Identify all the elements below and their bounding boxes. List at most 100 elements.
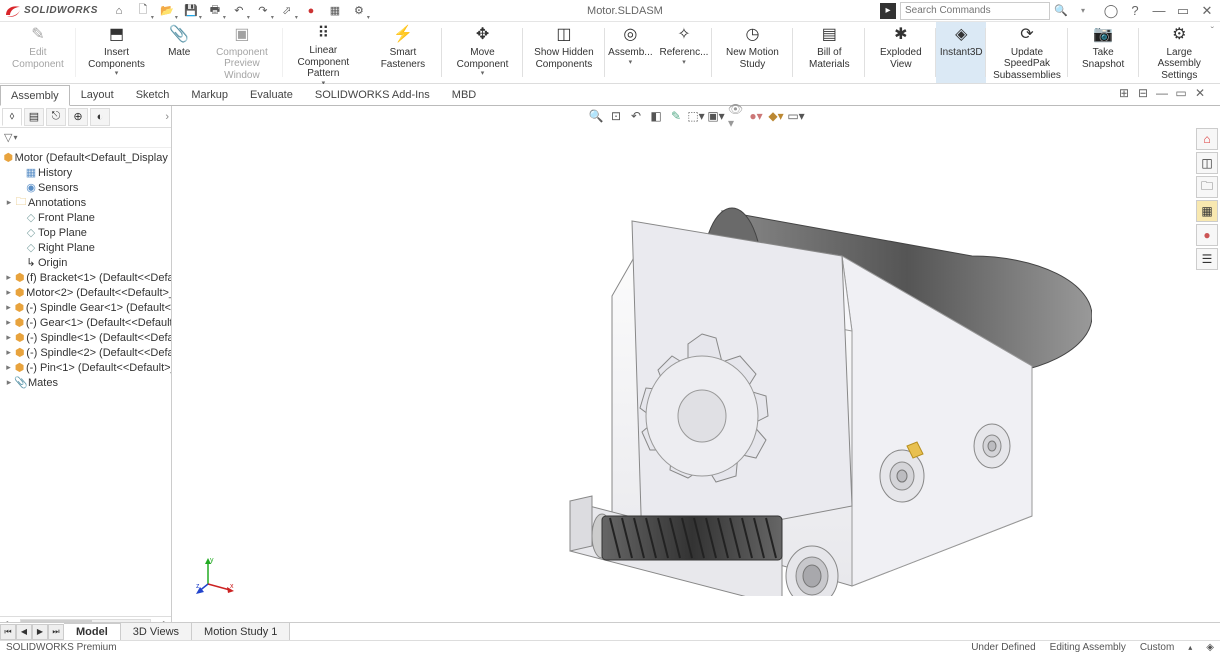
tab-markup[interactable]: Markup	[180, 84, 239, 105]
part-icon: ⬢	[13, 301, 26, 314]
update-speedpak-button[interactable]: ⟳Update SpeedPak Subassemblies	[986, 22, 1067, 83]
print-button[interactable]: 🖶	[204, 1, 226, 21]
feature-tree-tab[interactable]: ⬨	[2, 108, 22, 126]
instant3d-button[interactable]: ◈Instant3D	[936, 22, 986, 83]
edit-component-button[interactable]: ✎Edit Component	[0, 22, 76, 83]
configuration-manager-tab[interactable]: ⎋	[46, 108, 66, 126]
plane-icon: ◇	[24, 226, 38, 239]
home-button[interactable]: ⌂	[108, 1, 130, 21]
bottom-tab-model[interactable]: Model	[64, 623, 121, 640]
help-icon[interactable]: ?	[1126, 2, 1144, 20]
component-preview-window-button[interactable]: ▣Component Preview Window	[201, 22, 282, 83]
status-unit-system[interactable]: Custom	[1140, 642, 1174, 653]
tree-item[interactable]: ◇Top Plane	[0, 225, 171, 240]
close-button[interactable]: ✕	[1198, 2, 1216, 20]
select-button[interactable]: ⬀	[276, 1, 298, 21]
rebuild-button[interactable]: ●	[300, 1, 322, 21]
mate-button[interactable]: 📎Mate	[157, 22, 201, 83]
reference-geometry-button[interactable]: ✧Referenc...▾	[656, 22, 712, 83]
tree-item[interactable]: ▸🗀Annotations	[0, 195, 171, 210]
smart-fasteners-button[interactable]: ⚡Smart Fasteners	[364, 22, 442, 83]
status-unit-dropdown-icon[interactable]: ▴	[1188, 643, 1192, 652]
viewport-link-icon[interactable]: ⊟	[1135, 85, 1151, 101]
search-dropdown-icon[interactable]: ▾	[1072, 1, 1094, 21]
graphics-viewport[interactable]: 🔍 ⊡ ↶ ◧ ✎ ⬚▾ ▣▾ 👁▾ ●▾ ◆▾ ▭▾	[172, 106, 1220, 630]
tab-nav-last[interactable]: ⏭	[48, 624, 64, 640]
take-snapshot-button[interactable]: 📷Take Snapshot	[1068, 22, 1139, 83]
undo-button[interactable]: ↶	[228, 1, 250, 21]
search-submit-icon[interactable]: 🔍	[1050, 1, 1072, 21]
tree-item[interactable]: ▸⬢Motor<2> (Default<<Default>_D	[0, 285, 171, 300]
task-view-palette-button[interactable]: ▦	[1196, 200, 1218, 222]
tree-item[interactable]: ↳Origin	[0, 255, 171, 270]
panel-collapse-icon[interactable]: ›	[165, 111, 169, 123]
large-assembly-settings-button[interactable]: ⚙Large Assembly Settings	[1139, 22, 1220, 83]
open-file-button[interactable]: 📂	[156, 1, 178, 21]
tree-item[interactable]: ▸📎Mates	[0, 375, 171, 390]
tree-item[interactable]: ◇Right Plane	[0, 240, 171, 255]
tree-item[interactable]: ▸⬢(-) Spindle<1> (Default<<Defaul	[0, 330, 171, 345]
ribbon-collapse-icon[interactable]: ˇ	[1211, 26, 1214, 37]
tab-nav-prev[interactable]: ◀	[16, 624, 32, 640]
dimxpert-manager-tab[interactable]: ⊕	[68, 108, 88, 126]
bill-of-materials-button[interactable]: ▤Bill of Materials	[793, 22, 865, 83]
part-icon: ⬢	[13, 361, 26, 374]
restore-button[interactable]: ▭	[1174, 2, 1192, 20]
status-graphics-icon[interactable]: ◈	[1206, 642, 1214, 653]
exploded-view-icon: ✱	[891, 25, 911, 45]
tab-evaluate[interactable]: Evaluate	[239, 84, 304, 105]
tab-nav-first[interactable]: ⏮	[0, 624, 16, 640]
task-appearances-button[interactable]: ●	[1196, 224, 1218, 246]
tree-item[interactable]: ◉Sensors	[0, 180, 171, 195]
viewport-maximize-icon[interactable]: ▭	[1173, 85, 1189, 101]
redo-button[interactable]: ↷	[252, 1, 274, 21]
mates-icon: 📎	[14, 376, 28, 389]
assembly-features-button[interactable]: ◎Assemb...▾	[605, 22, 657, 83]
instant3d-icon: ◈	[951, 25, 971, 45]
task-file-explorer-button[interactable]: 🗀	[1196, 176, 1218, 198]
move-component-button[interactable]: ✥Move Component▾	[442, 22, 523, 83]
tab-mbd[interactable]: MBD	[441, 84, 487, 105]
show-hidden-components-button[interactable]: ◫Show Hidden Components	[523, 22, 604, 83]
tab-nav-next[interactable]: ▶	[32, 624, 48, 640]
tree-item[interactable]: ▸⬢(-) Spindle<2> (Default<<Defaul	[0, 345, 171, 360]
bottom-tab-motion-study-1[interactable]: Motion Study 1	[192, 623, 290, 640]
status-under-defined: Under Defined	[971, 642, 1035, 653]
tree-item[interactable]: ▸⬢(f) Bracket<1> (Default<<Defaul	[0, 270, 171, 285]
minimize-button[interactable]: —	[1150, 2, 1168, 20]
task-design-library-button[interactable]: ◫	[1196, 152, 1218, 174]
search-mode-icon[interactable]: ▸	[880, 3, 896, 19]
file-properties-button[interactable]: ▦	[324, 1, 346, 21]
task-custom-properties-button[interactable]: ☰	[1196, 248, 1218, 270]
preview-window-icon: ▣	[232, 25, 252, 45]
tab-layout[interactable]: Layout	[70, 84, 125, 105]
property-manager-tab[interactable]: ▤	[24, 108, 44, 126]
new-file-button[interactable]: 🗋	[132, 1, 154, 21]
orientation-triad[interactable]: y x z	[196, 556, 236, 596]
options-button[interactable]: ⚙	[348, 1, 370, 21]
tree-item[interactable]: ▸⬢(-) Spindle Gear<1> (Default<<D	[0, 300, 171, 315]
exploded-view-button[interactable]: ✱Exploded View	[865, 22, 936, 83]
tree-item[interactable]: ▦History	[0, 165, 171, 180]
viewport-tile-icon[interactable]: ⊞	[1116, 85, 1132, 101]
save-button[interactable]: 💾	[180, 1, 202, 21]
feature-tree-filter[interactable]: ▽▾	[0, 128, 171, 148]
tree-item[interactable]: ▸⬢(-) Pin<1> (Default<<Default>_D	[0, 360, 171, 375]
tree-item[interactable]: ◇Front Plane	[0, 210, 171, 225]
viewport-minimize-icon[interactable]: —	[1154, 85, 1170, 101]
task-resources-button[interactable]: ⌂	[1196, 128, 1218, 150]
tree-root[interactable]: ⬢Motor (Default<Default_Display Sta	[0, 150, 171, 165]
search-input[interactable]	[900, 2, 1050, 20]
tab-assembly[interactable]: Assembly	[0, 85, 70, 106]
task-pane: ⌂ ◫ 🗀 ▦ ● ☰	[1196, 128, 1220, 270]
login-icon[interactable]: ◯	[1102, 2, 1120, 20]
tab-sketch[interactable]: Sketch	[125, 84, 181, 105]
linear-component-pattern-button[interactable]: ⠿Linear Component Pattern▾	[283, 22, 364, 83]
new-motion-study-button[interactable]: ◷New Motion Study	[712, 22, 793, 83]
display-manager-tab[interactable]: ◐	[90, 108, 110, 126]
tab-solidworks-addins[interactable]: SOLIDWORKS Add-Ins	[304, 84, 441, 105]
bottom-tab-3d-views[interactable]: 3D Views	[121, 623, 192, 640]
tree-item[interactable]: ▸⬢(-) Gear<1> (Default<<Default>_	[0, 315, 171, 330]
insert-components-button[interactable]: ⬒Insert Components▾	[76, 22, 157, 83]
viewport-close-icon[interactable]: ✕	[1192, 85, 1208, 101]
